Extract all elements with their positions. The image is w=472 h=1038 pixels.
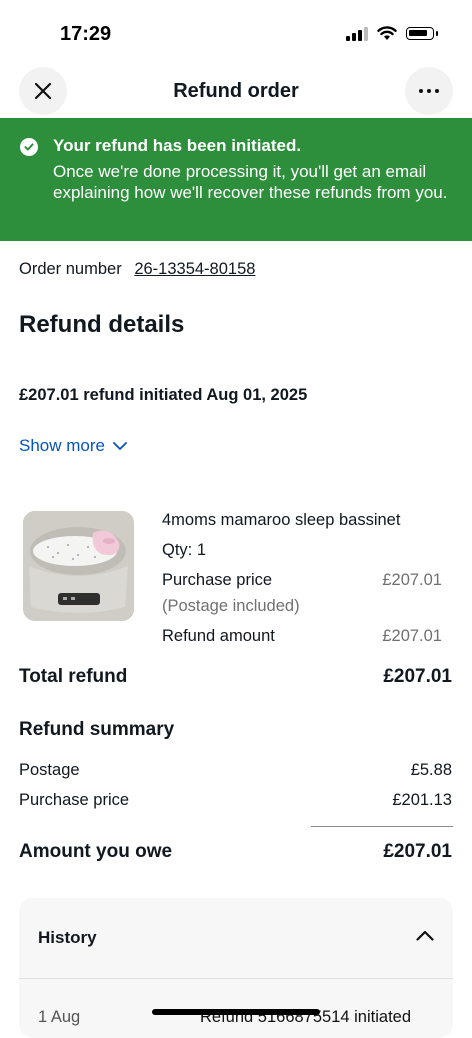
refund-initiated-text: £207.01 refund initiated Aug 01, 2025 xyxy=(19,386,308,404)
history-title: History xyxy=(38,928,97,947)
purchase-price-value: £207.01 xyxy=(382,571,442,589)
chevron-up-icon[interactable] xyxy=(416,930,434,941)
order-number-row: Order number 26-13354-80158 xyxy=(19,260,255,279)
refund-amount-value: £207.01 xyxy=(382,627,442,645)
order-number-label: Order number xyxy=(19,260,122,278)
order-number-link[interactable]: 26-13354-80158 xyxy=(134,260,255,278)
chevron-down-icon xyxy=(113,441,127,450)
total-refund-value: £207.01 xyxy=(383,666,452,687)
history-entry-date: 1 Aug xyxy=(38,1008,81,1026)
purchase-price-label: Purchase price xyxy=(162,571,273,589)
total-refund-label: Total refund xyxy=(19,666,128,687)
show-more-label: Show more xyxy=(19,436,105,455)
more-horizontal-icon xyxy=(419,89,439,93)
success-banner: Your refund has been initiated. Once we'… xyxy=(0,118,472,241)
battery-icon xyxy=(406,27,438,40)
summary-purchase-price-label: Purchase price xyxy=(19,791,130,809)
checkmark-circle-icon xyxy=(20,138,38,156)
history-card: History 1 Aug Refund 5166875514 initiate… xyxy=(19,898,453,1038)
wifi-icon xyxy=(377,26,397,40)
product-image[interactable] xyxy=(23,511,134,621)
summary-purchase-price-value: £201.13 xyxy=(392,791,452,809)
cellular-signal-icon xyxy=(346,26,368,41)
refund-amount-label: Refund amount xyxy=(162,627,275,645)
item-title[interactable]: 4moms mamaroo sleep bassinet xyxy=(162,511,400,530)
refund-details-heading: Refund details xyxy=(19,311,185,338)
item-quantity: Qty: 1 xyxy=(162,541,207,559)
banner-message: Once we're done processing it, you'll ge… xyxy=(53,162,448,202)
summary-divider xyxy=(311,826,453,827)
nav-bar: Refund order xyxy=(0,66,472,118)
more-options-button[interactable] xyxy=(405,67,453,115)
postage-label: Postage xyxy=(19,761,80,779)
status-icons xyxy=(346,26,438,41)
postage-value: £5.88 xyxy=(410,761,452,779)
history-divider xyxy=(19,978,453,979)
amount-owe-value: £207.01 xyxy=(383,841,452,862)
amount-owe-label: Amount you owe xyxy=(19,841,173,862)
status-time: 17:29 xyxy=(60,23,112,45)
status-bar: 17:29 xyxy=(0,0,472,62)
home-indicator[interactable] xyxy=(152,1009,320,1015)
postage-note: (Postage included) xyxy=(162,597,300,615)
show-more-link[interactable]: Show more xyxy=(19,436,127,456)
banner-title: Your refund has been initiated. xyxy=(53,136,302,155)
page-title: Refund order xyxy=(173,80,299,102)
refund-summary-heading: Refund summary xyxy=(19,719,175,740)
